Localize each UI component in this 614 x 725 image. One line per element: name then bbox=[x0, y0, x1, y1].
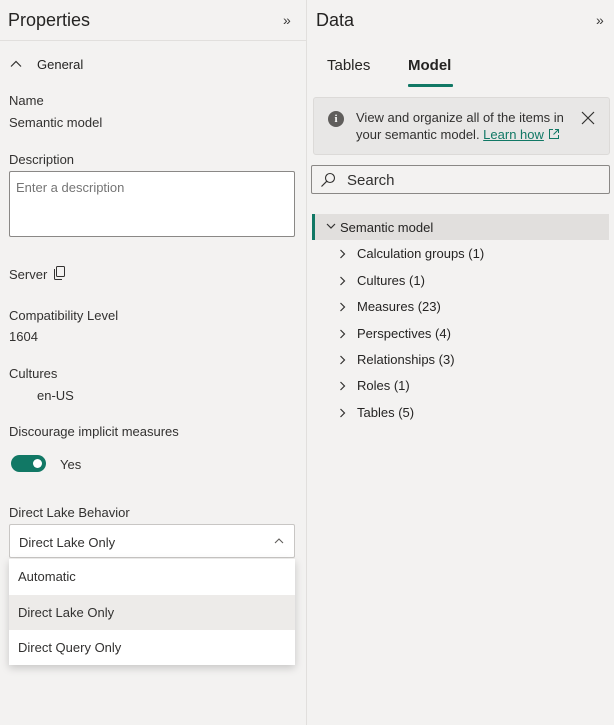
tree-item-label: Tables (5) bbox=[357, 405, 415, 420]
tree-item-label: Perspectives (4) bbox=[357, 326, 451, 341]
search-icon bbox=[321, 172, 336, 187]
collapse-data-button[interactable]: » bbox=[596, 12, 604, 28]
name-value: Semantic model bbox=[9, 115, 103, 130]
chevron-up-icon bbox=[10, 60, 22, 67]
compatibility-value: 1604 bbox=[9, 329, 38, 344]
chevron-right-icon bbox=[340, 408, 346, 418]
implicit-measures-label: Discourage implicit measures bbox=[9, 424, 179, 439]
chevron-down-icon bbox=[326, 223, 336, 229]
tree-item-perspectives[interactable]: Perspectives (4) bbox=[335, 323, 605, 345]
properties-title: Properties bbox=[8, 10, 91, 30]
tab-tables[interactable]: Tables bbox=[327, 57, 370, 74]
chevron-right-icon bbox=[340, 329, 346, 339]
chevron-right-icon bbox=[340, 302, 346, 312]
tab-model[interactable]: Model bbox=[408, 57, 451, 74]
toggle-knob bbox=[33, 459, 42, 468]
learn-how-link[interactable]: Learn how bbox=[483, 127, 544, 142]
cultures-label: Cultures bbox=[9, 366, 58, 381]
info-banner: i View and organize all of the items in … bbox=[313, 97, 610, 155]
tree-item-label: Relationships (3) bbox=[357, 352, 455, 367]
direct-lake-dropdown[interactable]: Direct Lake Only bbox=[9, 524, 295, 558]
option-automatic[interactable]: Automatic bbox=[9, 559, 295, 594]
chevron-up-icon bbox=[274, 538, 284, 544]
data-pane: Data » Tables Model i View and organize … bbox=[307, 0, 614, 725]
tree-item-label: Calculation groups (1) bbox=[357, 246, 485, 261]
chevron-right-icon bbox=[340, 381, 346, 391]
description-field[interactable] bbox=[9, 171, 295, 237]
collapse-properties-button[interactable]: » bbox=[283, 12, 291, 28]
tree-item-label: Roles (1) bbox=[357, 378, 410, 393]
properties-pane: Properties » General Name Semantic model… bbox=[0, 0, 307, 725]
data-title: Data bbox=[316, 10, 355, 30]
tree-item-cultures[interactable]: Cultures (1) bbox=[335, 270, 605, 292]
tree-root-semantic-model[interactable]: Semantic model bbox=[312, 214, 609, 240]
direct-lake-options-menu: Automatic Direct Lake Only Direct Query … bbox=[9, 559, 295, 665]
info-text: View and organize all of the items in yo… bbox=[356, 109, 578, 143]
general-section-label: General bbox=[37, 56, 84, 72]
toggle-state-text: Yes bbox=[60, 457, 82, 472]
chevron-right-icon bbox=[340, 355, 346, 365]
option-direct-lake-only[interactable]: Direct Lake Only bbox=[9, 595, 295, 630]
active-tab-indicator bbox=[408, 84, 453, 87]
header-divider bbox=[0, 40, 307, 41]
dropdown-selected-value: Direct Lake Only bbox=[19, 535, 116, 550]
tree-item-calculation-groups[interactable]: Calculation groups (1) bbox=[335, 243, 605, 265]
chevron-right-icon bbox=[340, 276, 346, 286]
tree-item-relationships[interactable]: Relationships (3) bbox=[335, 349, 605, 371]
close-icon[interactable] bbox=[580, 110, 596, 126]
name-label: Name bbox=[9, 93, 44, 108]
info-icon: i bbox=[328, 111, 344, 127]
tree-item-roles[interactable]: Roles (1) bbox=[335, 375, 605, 397]
copy-icon[interactable] bbox=[53, 266, 66, 280]
option-direct-query-only[interactable]: Direct Query Only bbox=[9, 630, 295, 665]
cultures-value: en-US bbox=[37, 388, 74, 403]
search-box[interactable] bbox=[311, 165, 610, 194]
search-input[interactable] bbox=[347, 171, 597, 190]
tree-item-tables[interactable]: Tables (5) bbox=[335, 402, 605, 424]
server-label: Server bbox=[9, 267, 48, 282]
tree-item-label: Cultures (1) bbox=[357, 273, 425, 288]
external-link-icon bbox=[548, 129, 559, 139]
implicit-measures-toggle[interactable] bbox=[11, 455, 46, 472]
chevron-right-icon bbox=[340, 249, 346, 259]
general-section-header[interactable]: General bbox=[9, 54, 83, 74]
direct-lake-label: Direct Lake Behavior bbox=[9, 505, 130, 520]
compatibility-label: Compatibility Level bbox=[9, 308, 119, 323]
tree-root-label: Semantic model bbox=[340, 220, 434, 235]
tree-item-label: Measures (23) bbox=[357, 299, 441, 314]
tree-item-measures[interactable]: Measures (23) bbox=[335, 296, 605, 318]
description-label: Description bbox=[9, 152, 75, 167]
